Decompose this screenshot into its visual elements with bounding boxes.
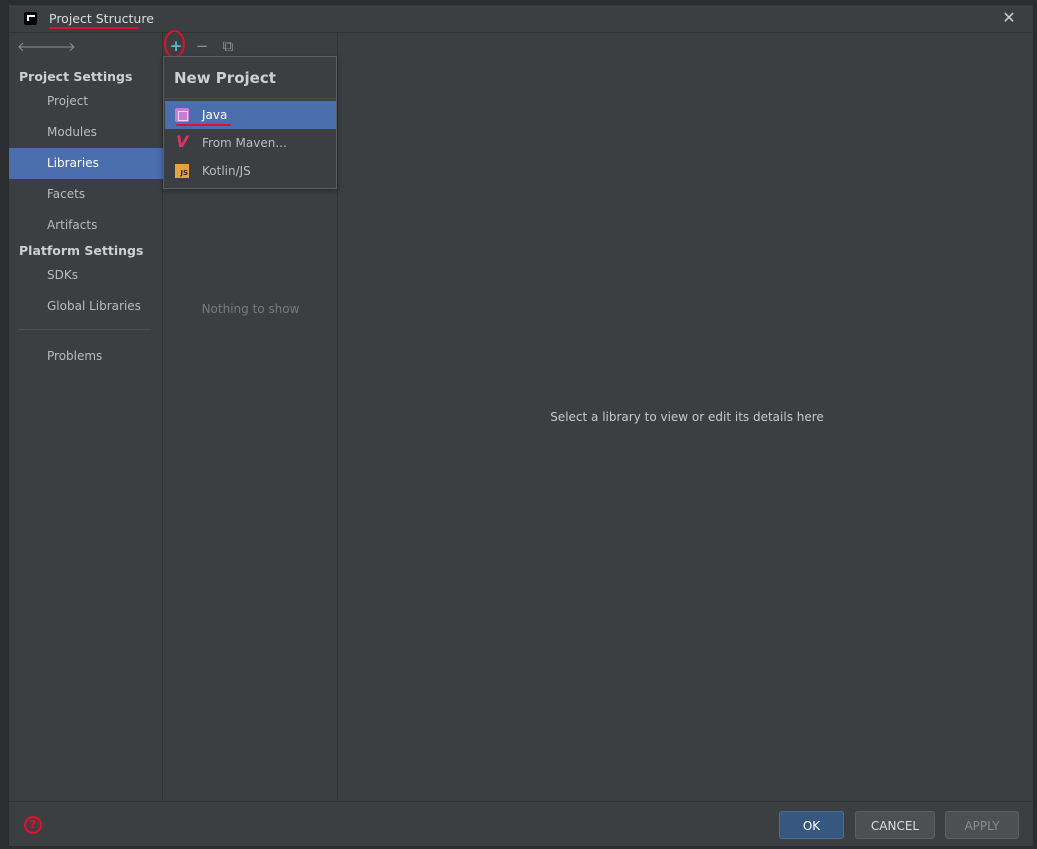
empty-list-label: Nothing to show (201, 302, 300, 316)
ok-button[interactable]: OK (779, 811, 844, 839)
help-icon[interactable]: ? (24, 816, 42, 834)
maven-icon: V (176, 132, 189, 151)
copy-icon[interactable]: ⧉ (218, 36, 238, 56)
nav-item-facets[interactable]: Facets (9, 179, 163, 210)
java-library-icon (175, 108, 189, 122)
java-annotation-underline (176, 124, 231, 126)
forward-arrow-icon[interactable]: 🡒 (41, 39, 76, 57)
nav-item-project[interactable]: Project (9, 86, 163, 117)
nav-item-modules[interactable]: Modules (9, 117, 163, 148)
nav-divider (19, 329, 151, 330)
dialog-button-bar: ? OK CANCEL APPLY (9, 801, 1033, 846)
apply-button[interactable]: APPLY (945, 811, 1019, 839)
popup-item-label: Kotlin/JS (202, 164, 251, 178)
project-structure-dialog: Project Structure ✕ 🡐 🡒 Project Settings… (8, 4, 1034, 847)
title-annotation-underline (49, 27, 139, 29)
popup-item-label: From Maven... (202, 136, 287, 150)
library-details-panel: Select a library to view or edit its det… (339, 33, 1033, 801)
details-hint: Select a library to view or edit its det… (550, 410, 824, 424)
nav-item-libraries[interactable]: Libraries (9, 148, 163, 179)
section-project-settings: Project Settings (19, 69, 133, 84)
title-bar: Project Structure ✕ (9, 5, 1033, 33)
new-project-library-popup: New Project Library Java V From Maven...… (163, 56, 337, 189)
popup-item-from-maven[interactable]: V From Maven... (165, 129, 336, 157)
add-annotation-circle (164, 30, 185, 58)
nav-item-artifacts[interactable]: Artifacts (9, 210, 163, 241)
cancel-button[interactable]: CANCEL (855, 811, 935, 839)
back-arrow-icon[interactable]: 🡐 (17, 39, 52, 57)
window-title: Project Structure (49, 11, 154, 26)
nav-item-problems[interactable]: Problems (9, 341, 163, 372)
intellij-app-icon (24, 12, 37, 25)
settings-navigation: 🡐 🡒 Project Settings Project Modules Lib… (9, 33, 163, 801)
nav-item-sdks[interactable]: SDKs (9, 260, 163, 291)
remove-icon[interactable]: − (192, 36, 212, 56)
section-platform-settings: Platform Settings (19, 243, 144, 258)
popup-title: New Project Library (164, 57, 336, 129)
close-icon[interactable]: ✕ (999, 8, 1019, 28)
popup-item-label: Java (202, 108, 228, 122)
kotlin-js-icon: JS (175, 164, 189, 178)
nav-item-global-libraries[interactable]: Global Libraries (9, 291, 163, 322)
popup-item-kotlin-js[interactable]: JS Kotlin/JS (165, 157, 336, 185)
